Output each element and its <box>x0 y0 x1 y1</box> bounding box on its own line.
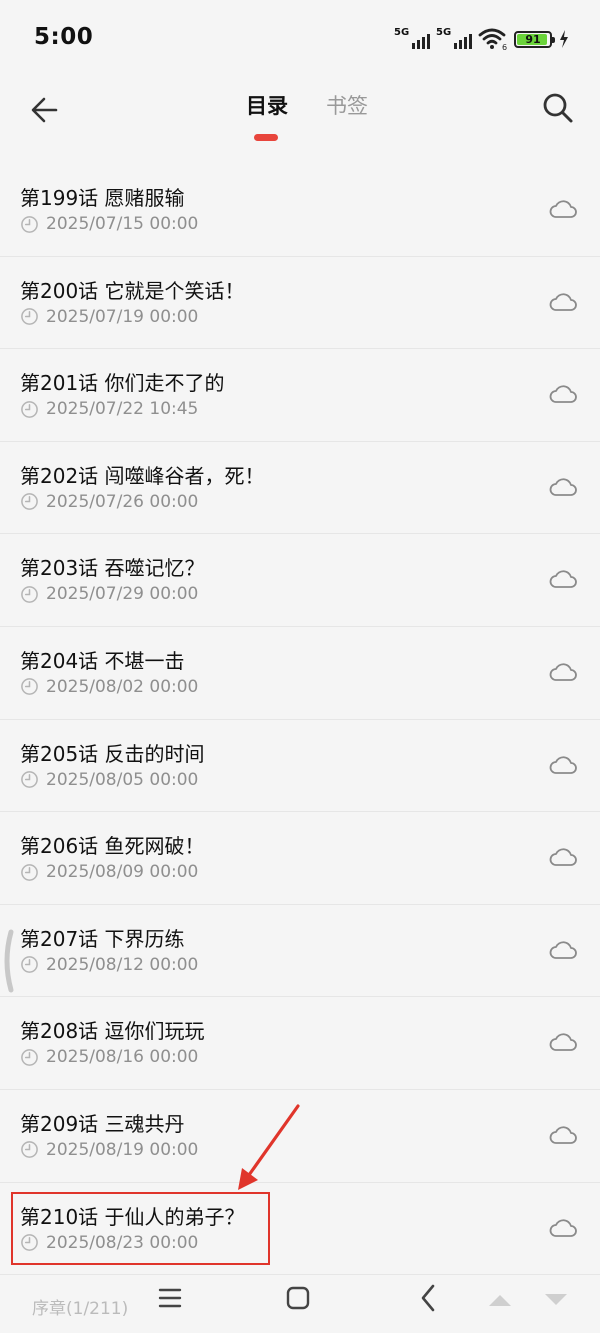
clock-icon <box>21 1141 38 1159</box>
chapter-title: 第202话 闯噬峰谷者，死！ <box>20 463 265 488</box>
chapter-item[interactable]: 第199话 愿赌服输 2025/07/15 00:00 <box>0 164 600 257</box>
clock-icon <box>21 308 38 325</box>
chapter-date-row: 2025/08/09 00:00 <box>20 862 198 882</box>
chapter-date-row: 2025/07/26 00:00 <box>20 492 198 512</box>
chapter-progress[interactable]: 序章(1/211) <box>32 1294 128 1319</box>
back-icon[interactable] <box>414 1282 442 1314</box>
chapter-item[interactable]: 第202话 闯噬峰谷者，死！ 2025/07/26 00:00 <box>0 442 600 535</box>
chapter-date: 2025/07/15 00:00 <box>46 214 199 234</box>
status-icons: 5G 5G 6 91 <box>394 26 570 52</box>
triangle-up-icon[interactable] <box>486 1290 514 1310</box>
chapter-date: 2025/08/12 00:00 <box>46 954 199 975</box>
clock-icon <box>21 400 38 418</box>
bottom-nav: 序章(1/211) <box>0 1266 600 1333</box>
chapter-date: 2025/08/02 00:00 <box>46 676 199 697</box>
chapter-item[interactable]: 第206话 鱼死网破！ 2025/08/09 00:00 <box>0 812 600 905</box>
chapter-item[interactable]: 第207话 下界历练 2025/08/12 00:00 <box>0 905 600 998</box>
chapter-date-row: 2025/08/16 00:00 <box>20 1047 198 1067</box>
cloud-icon[interactable] <box>548 1217 578 1239</box>
chapter-item[interactable]: 第208话 逗你们玩玩 2025/08/16 00:00 <box>0 997 600 1090</box>
chapter-title: 第208话 逗你们玩玩 <box>20 1019 205 1044</box>
chapter-title: 第203话 吞噬记忆？ <box>20 556 205 581</box>
cloud-icon[interactable] <box>548 198 578 220</box>
cloud-icon[interactable] <box>548 939 578 961</box>
cloud-icon[interactable] <box>548 476 578 498</box>
chapter-date-row: 2025/07/19 00:00 <box>20 307 198 327</box>
charging-icon <box>560 30 568 48</box>
chapter-date: 2025/07/22 10:45 <box>46 399 199 420</box>
cloud-icon[interactable] <box>548 568 578 590</box>
chapter-item[interactable]: 第201话 你们走不了的 2025/07/22 10:45 <box>0 349 600 442</box>
annotation-highlight-box <box>11 1192 270 1265</box>
chapter-title: 第205话 反击的时间 <box>20 741 205 766</box>
cloud-icon[interactable] <box>548 1124 578 1146</box>
annotation-arrow-icon <box>238 1104 300 1190</box>
clock-icon <box>21 863 38 881</box>
chapter-item[interactable]: 第200话 它就是个笑话！ 2025/07/19 00:00 <box>0 257 600 350</box>
scroll-handle[interactable] <box>0 928 16 994</box>
chapter-date: 2025/08/16 00:00 <box>46 1047 199 1068</box>
chapter-date-row: 2025/07/22 10:45 <box>20 399 198 419</box>
chapter-title: 第207话 下界历练 <box>20 926 185 951</box>
chapter-item[interactable]: 第205话 反击的时间 2025/08/05 00:00 <box>0 720 600 813</box>
status-time: 5:00 <box>34 24 94 50</box>
chapter-date-row: 2025/07/15 00:00 <box>20 214 198 234</box>
chapter-title: 第206话 鱼死网破！ <box>20 834 205 859</box>
chapter-date: 2025/07/29 00:00 <box>46 584 199 605</box>
chapter-item[interactable]: 第204话 不堪一击 2025/08/02 00:00 <box>0 627 600 720</box>
chapter-date-row: 2025/07/29 00:00 <box>20 584 198 604</box>
tab-toc[interactable]: 目录 <box>246 90 288 120</box>
chapter-date-row: 2025/08/02 00:00 <box>20 677 198 697</box>
cloud-icon[interactable] <box>548 291 578 313</box>
search-icon[interactable] <box>538 88 578 128</box>
home-icon[interactable] <box>284 1284 312 1312</box>
cloud-icon[interactable] <box>548 754 578 776</box>
top-bar: 目录 书签 <box>0 78 600 158</box>
chapter-date: 2025/08/09 00:00 <box>46 862 199 883</box>
chapter-item[interactable]: 第203话 吞噬记忆？ 2025/07/29 00:00 <box>0 534 600 627</box>
battery-icon: 91 <box>514 30 555 48</box>
chapter-date: 2025/07/26 00:00 <box>46 491 199 512</box>
triangle-down-icon[interactable] <box>542 1290 570 1310</box>
svg-text:6: 6 <box>502 43 507 51</box>
clock-icon <box>21 586 38 603</box>
clock-icon <box>21 678 38 696</box>
back-arrow-icon[interactable] <box>26 90 66 130</box>
chapter-date-row: 2025/08/05 00:00 <box>20 770 198 790</box>
status-bar: 5:00 5G 5G 6 91 <box>0 0 600 78</box>
chapter-title: 第200话 它就是个笑话！ <box>20 278 245 303</box>
wifi-icon: 6 <box>478 28 507 51</box>
chapter-title: 第209话 三魂共丹 <box>20 1111 185 1136</box>
chapter-date-row: 2025/08/12 00:00 <box>20 955 198 975</box>
chapter-title: 第201话 你们走不了的 <box>20 371 225 396</box>
chapter-date: 2025/07/19 00:00 <box>46 306 199 327</box>
cloud-icon[interactable] <box>548 846 578 868</box>
clock-icon <box>21 771 38 788</box>
cloud-icon[interactable] <box>548 383 578 405</box>
cloud-icon[interactable] <box>548 1031 578 1053</box>
signal-icon: 5G <box>394 27 430 51</box>
chapter-date: 2025/08/05 00:00 <box>46 769 199 790</box>
clock-icon <box>21 1048 38 1066</box>
chapter-title: 第199话 愿赌服输 <box>20 186 185 210</box>
clock-icon <box>21 215 38 233</box>
signal-icon: 5G <box>436 27 472 51</box>
tab-bookmark[interactable]: 书签 <box>326 90 368 120</box>
tab-indicator <box>254 134 278 141</box>
chapter-date: 2025/08/19 00:00 <box>46 1139 199 1160</box>
clock-icon <box>21 493 38 511</box>
menu-icon[interactable] <box>156 1284 184 1312</box>
chapter-date-row: 2025/08/19 00:00 <box>20 1140 198 1160</box>
cloud-icon[interactable] <box>548 661 578 683</box>
chapter-title: 第204话 不堪一击 <box>20 648 185 673</box>
clock-icon <box>21 956 38 974</box>
